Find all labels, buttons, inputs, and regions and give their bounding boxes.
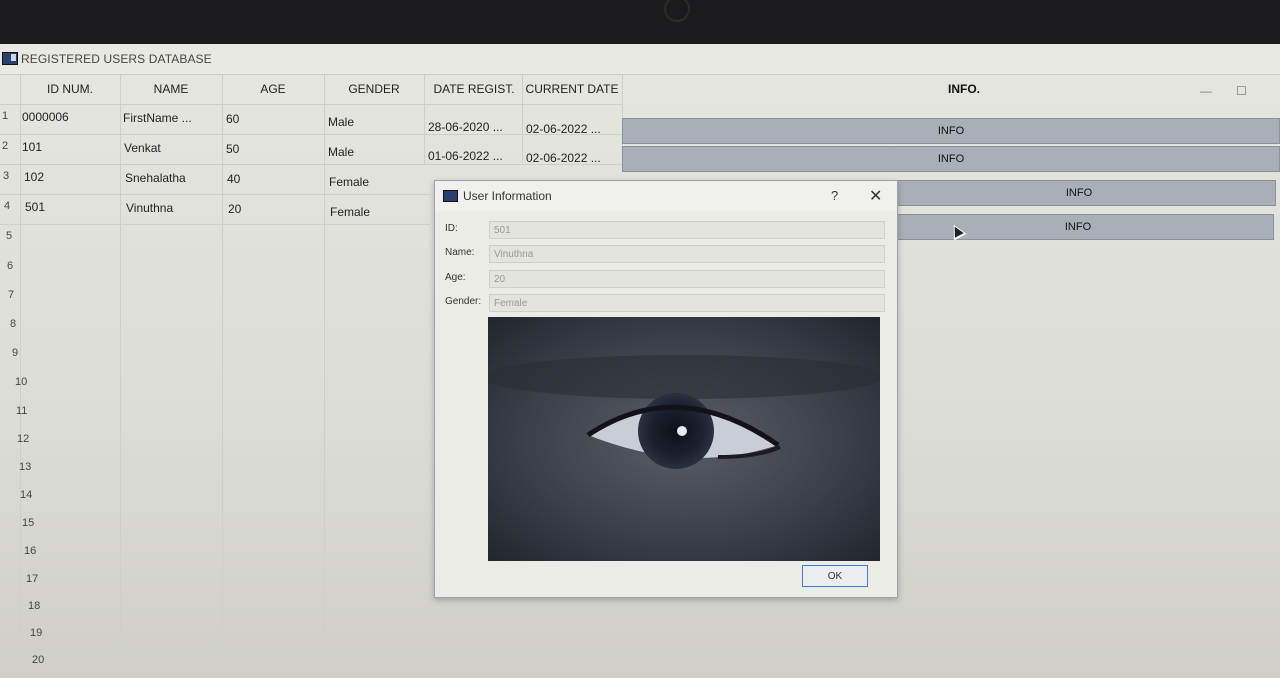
cell-age[interactable]: 20	[228, 202, 241, 216]
row-number: 15	[22, 517, 35, 529]
user-information-dialog: User Information ? ✕ ID: 501 Name: Vinut…	[434, 180, 898, 598]
row-number: 19	[30, 627, 43, 639]
age-label: Age:	[445, 272, 466, 283]
header-age[interactable]: AGE	[222, 74, 324, 104]
row-number: 18	[28, 600, 41, 612]
row-number: 5	[6, 230, 13, 242]
ok-button[interactable]: OK	[802, 565, 868, 587]
cell-age[interactable]: 60	[226, 112, 239, 126]
grid-line	[222, 74, 223, 678]
info-button[interactable]: INFO	[622, 146, 1280, 172]
grid-line	[424, 74, 425, 164]
row-number: 11	[16, 405, 28, 417]
grid-line	[0, 224, 430, 225]
row-number: 14	[20, 489, 33, 501]
dialog-title-bar: User Information ? ✕	[435, 181, 897, 211]
row-number: 7	[8, 289, 15, 301]
cell-current-date[interactable]: 02-06-2022 ...	[526, 151, 601, 165]
dialog-app-icon	[443, 190, 458, 202]
row-number: 16	[24, 545, 37, 557]
cell-name[interactable]: Snehalatha	[125, 171, 186, 185]
cell-id[interactable]: 0000006	[22, 110, 69, 124]
name-field[interactable]: Vinuthna	[489, 245, 885, 263]
name-label: Name:	[445, 247, 475, 258]
cell-gender[interactable]: Female	[329, 175, 369, 189]
row-number: 20	[32, 654, 45, 666]
cell-name[interactable]: FirstName ...	[123, 111, 192, 125]
cell-name[interactable]: Vinuthna	[126, 201, 173, 215]
row-number: 10	[15, 376, 28, 388]
cell-gender[interactable]: Male	[328, 145, 354, 159]
info-button[interactable]: INFO	[622, 118, 1280, 144]
cell-age[interactable]: 40	[227, 172, 240, 186]
app-icon	[2, 52, 18, 65]
info-button[interactable]: INFO	[882, 214, 1274, 240]
dialog-title: User Information	[463, 189, 552, 203]
cell-id[interactable]: 101	[22, 140, 42, 154]
grid-line	[522, 74, 523, 164]
close-icon[interactable]: ✕	[869, 186, 882, 206]
grid-line	[324, 74, 325, 678]
cell-date-regist[interactable]: 01-06-2022 ...	[428, 149, 503, 163]
webcam-dot	[664, 0, 690, 22]
header-info[interactable]: INFO.	[948, 82, 980, 96]
id-label: ID:	[445, 223, 458, 234]
cell-current-date[interactable]: 02-06-2022 ...	[526, 122, 601, 136]
header-date-regist[interactable]: DATE REGIST.	[424, 74, 524, 104]
main-window: REGISTERED USERS DATABASE — ☐ ID NUM. NA…	[0, 44, 1280, 678]
row-number: 1	[2, 110, 9, 122]
gender-field[interactable]: Female	[489, 294, 885, 312]
row-number: 13	[19, 461, 32, 473]
age-field[interactable]: 20	[489, 270, 885, 288]
cell-gender[interactable]: Female	[330, 205, 370, 219]
cell-gender[interactable]: Male	[328, 115, 354, 129]
gender-label: Gender:	[445, 296, 482, 307]
row-number: 12	[17, 433, 30, 445]
eye-image	[488, 317, 880, 561]
cell-date-regist[interactable]: 28-06-2020 ...	[428, 120, 503, 134]
header-name[interactable]: NAME	[120, 74, 222, 104]
header-current-date[interactable]: CURRENT DATE	[522, 74, 622, 104]
eye-illustration	[488, 317, 880, 561]
row-number: 3	[3, 170, 10, 182]
row-number: 4	[4, 200, 11, 212]
cell-age[interactable]: 50	[226, 142, 239, 156]
grid-line	[0, 104, 622, 105]
cell-id[interactable]: 102	[24, 170, 44, 184]
grid-line	[120, 74, 121, 678]
row-number: 9	[12, 347, 19, 359]
title-bar: REGISTERED USERS DATABASE	[0, 44, 1280, 75]
id-field[interactable]: 501	[489, 221, 885, 239]
window-title: REGISTERED USERS DATABASE	[21, 52, 212, 66]
row-number: 8	[10, 318, 17, 330]
cell-name[interactable]: Venkat	[124, 141, 161, 155]
header-gender[interactable]: GENDER	[324, 74, 424, 104]
grid-line	[0, 194, 430, 195]
cell-id[interactable]: 501	[25, 200, 45, 214]
row-number: 2	[2, 140, 9, 152]
row-number: 17	[26, 573, 39, 585]
help-button[interactable]: ?	[831, 188, 838, 203]
info-button[interactable]: INFO	[882, 180, 1276, 206]
header-id[interactable]: ID NUM.	[20, 74, 120, 104]
row-number: 6	[7, 260, 14, 272]
